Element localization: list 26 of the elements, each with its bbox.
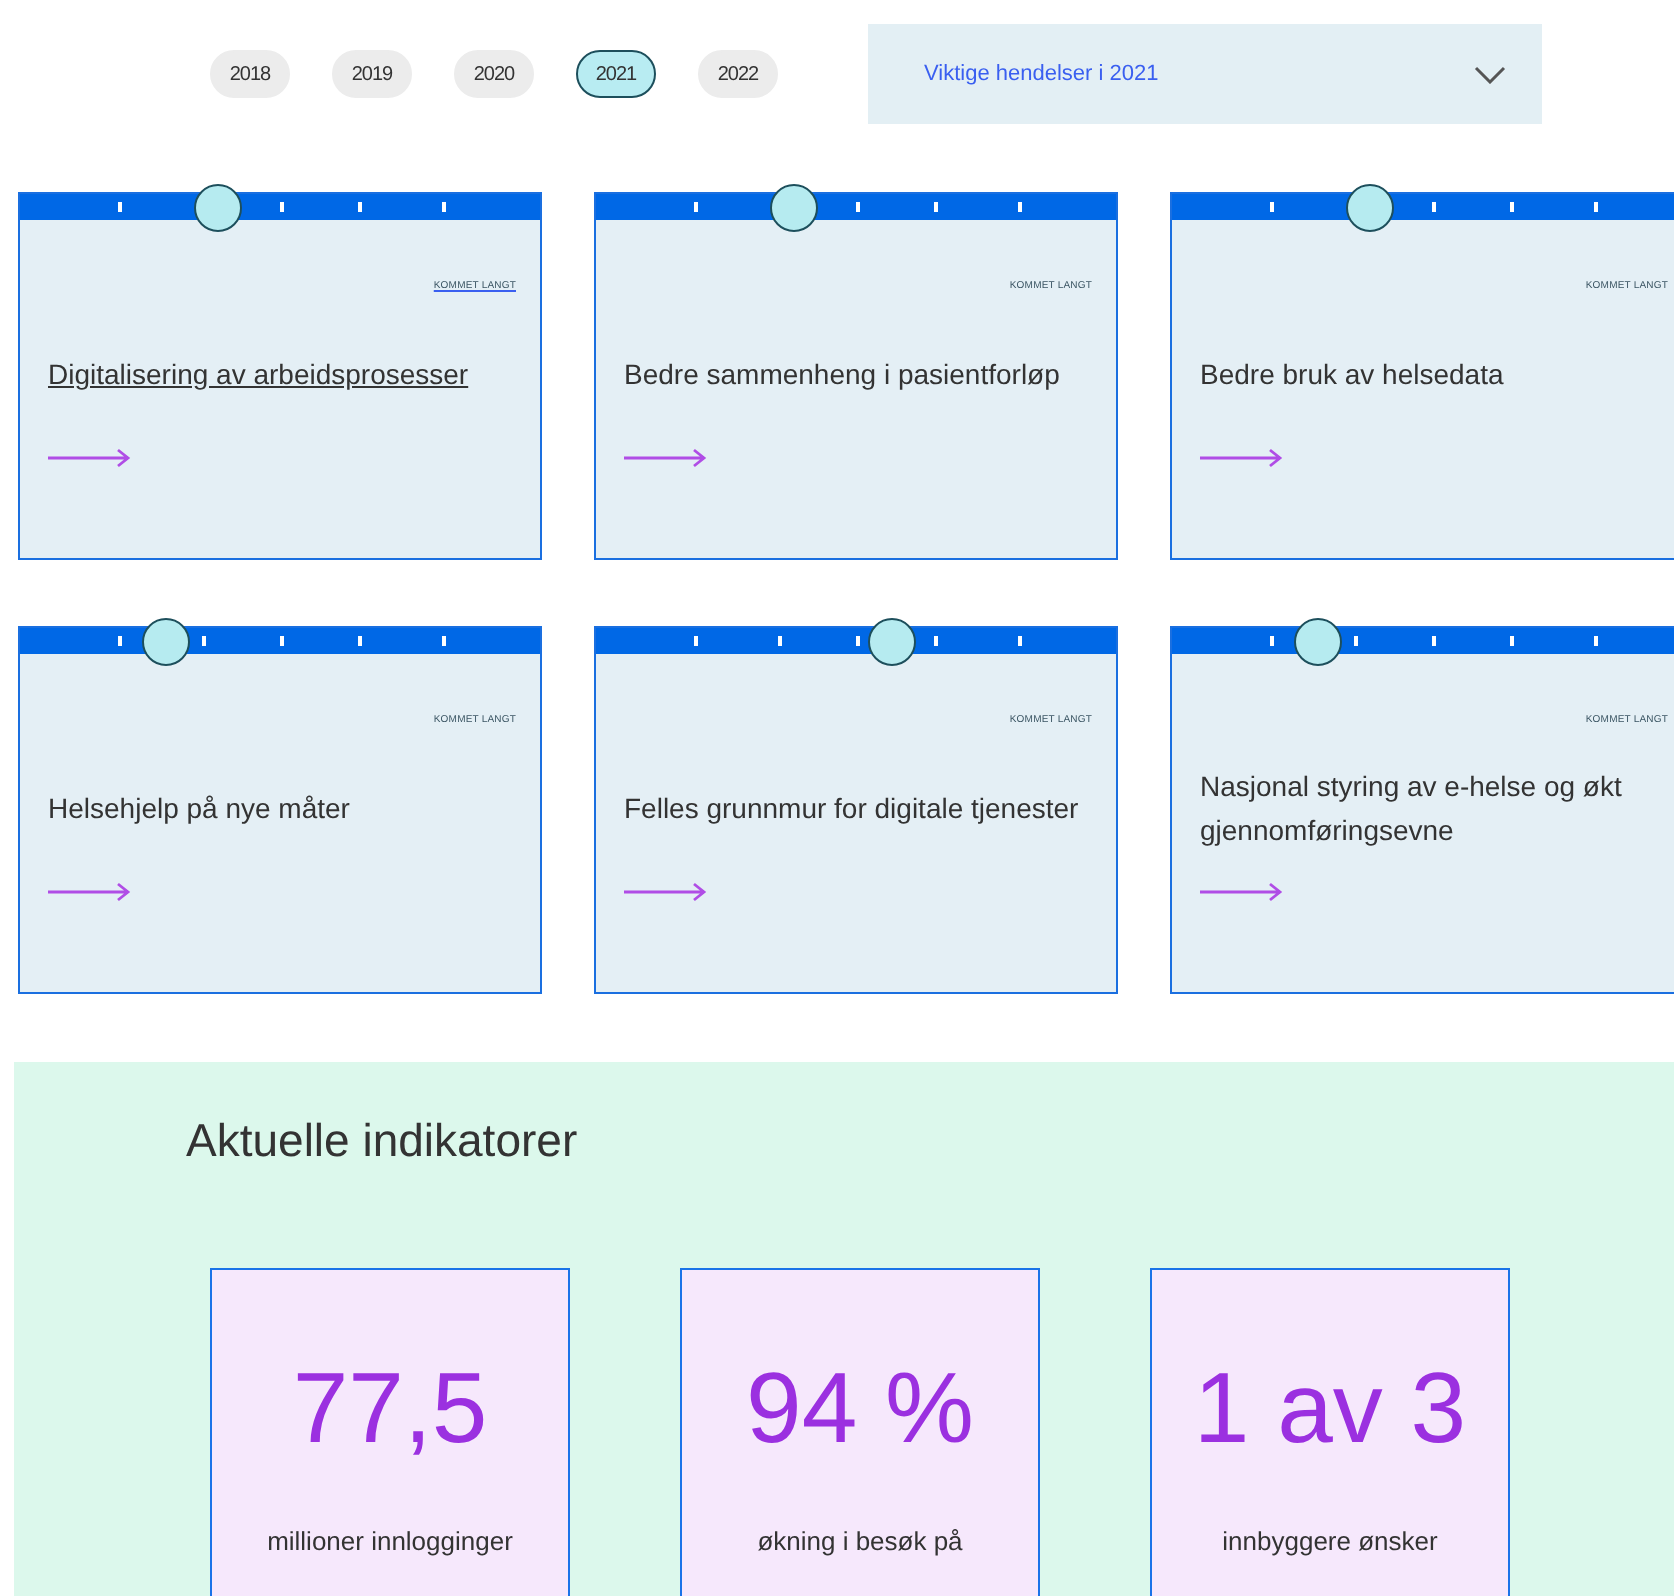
arrow-right-icon <box>1200 448 1284 468</box>
arrow-right-icon <box>1200 882 1284 902</box>
card-title: Digitalisering av arbeidsprosesser <box>48 356 469 394</box>
indicator-value: 1 av 3 <box>1193 1350 1467 1466</box>
indicator-label: økning i besøk på <box>757 1526 963 1556</box>
card-title: Helsehjelp på nye måter <box>48 790 350 828</box>
section-heading: Aktuelle indikatorer <box>186 1114 580 1168</box>
arrow-right-icon <box>624 882 708 902</box>
indicator-label: innbyggere ønsker <box>1222 1526 1438 1556</box>
indicator-value: 94 % <box>746 1350 974 1466</box>
events-dropdown[interactable]: Viktige hendelser i 2021 <box>868 24 1542 124</box>
year-tab[interactable]: 2022 <box>698 50 778 98</box>
year-tab[interactable]: 2018 <box>210 50 290 98</box>
indicator-label: millioner innlogginger <box>267 1526 513 1556</box>
arrow-right-icon <box>48 882 132 902</box>
card-title: Felles grunnmur for digitale tjenester <box>624 790 1079 828</box>
arrow-right-icon <box>624 448 708 468</box>
year-tab[interactable]: 2019 <box>332 50 412 98</box>
chevron-down-icon <box>1474 65 1506 83</box>
year-tab[interactable]: 2021 <box>576 50 656 98</box>
indicator-value: 77,5 <box>292 1350 488 1466</box>
card-title: Nasjonal styring av e-helse og økt gjennomføringsevne <box>1200 768 1624 850</box>
year-tab[interactable]: 2020 <box>454 50 534 98</box>
arrow-right-icon <box>48 448 132 468</box>
card-title: Bedre sammenheng i pasientforløp <box>624 356 1060 394</box>
card-title: Bedre bruk av helsedata <box>1200 356 1504 394</box>
